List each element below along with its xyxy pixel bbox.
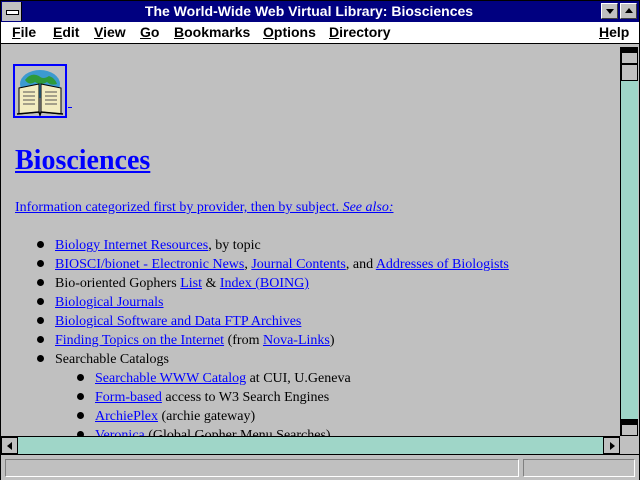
gophers-list-link[interactable]: List xyxy=(180,276,202,291)
veronica-link[interactable]: Veronica xyxy=(95,428,145,436)
journal-contents-link[interactable]: Journal Contents xyxy=(251,257,346,272)
maximize-icon xyxy=(625,8,633,13)
list-item: Bio-oriented Gophers List & Index (BOING… xyxy=(55,276,309,291)
menu-options[interactable]: Options xyxy=(263,24,316,40)
menu-go[interactable]: Go xyxy=(140,24,159,40)
library-book-logo-link[interactable] xyxy=(13,64,67,118)
menu-directory[interactable]: Directory xyxy=(329,24,390,40)
system-menu-icon xyxy=(6,10,19,15)
status-progress-field xyxy=(523,459,635,477)
vertical-scroll-thumb[interactable] xyxy=(621,64,638,81)
arrow-up-icon xyxy=(622,48,637,53)
biology-internet-resources-link[interactable]: Biology Internet Resources xyxy=(55,238,208,253)
gophers-index-boing-link[interactable]: Index (BOING) xyxy=(220,276,309,291)
sub-list-bullet xyxy=(77,393,84,400)
finding-topics-link[interactable]: Finding Topics on the Internet xyxy=(55,333,224,348)
biosci-bionet-link[interactable]: BIOSCI/bionet - Electronic News xyxy=(55,257,244,272)
status-bar xyxy=(1,454,639,480)
biological-journals-link[interactable]: Biological Journals xyxy=(55,295,164,310)
list-bullet xyxy=(37,241,44,248)
list-item: Biology Internet Resources, by topic xyxy=(55,238,261,253)
sub-list-item: Form-based access to W3 Search Engines xyxy=(95,390,330,405)
scroll-left-button[interactable] xyxy=(1,437,18,454)
list-bullet xyxy=(37,355,44,362)
archieplex-link[interactable]: ArchiePlex xyxy=(95,409,158,424)
title-bar[interactable]: The World-Wide Web Virtual Library: Bios… xyxy=(1,1,639,22)
list-item: BIOSCI/bionet - Electronic News, Journal… xyxy=(55,257,509,272)
list-bullet xyxy=(37,260,44,267)
list-bullet xyxy=(37,298,44,305)
browser-window: The World-Wide Web Virtual Library: Bios… xyxy=(0,0,640,480)
list-bullet xyxy=(37,317,44,324)
minimize-button[interactable] xyxy=(601,3,618,19)
arrow-down-icon xyxy=(622,420,637,425)
list-bullet xyxy=(37,279,44,286)
page-heading-link[interactable]: Biosciences xyxy=(15,145,150,177)
status-message-field xyxy=(5,459,519,477)
searchable-www-catalog-link[interactable]: Searchable WWW Catalog xyxy=(95,371,246,386)
list-item: Finding Topics on the Internet (from Nov… xyxy=(55,333,335,348)
menu-bar: File Edit View Go Bookmarks Options Dire… xyxy=(1,22,639,44)
globe-book-icon xyxy=(16,70,64,118)
arrow-right-icon xyxy=(610,442,615,450)
list-bullet xyxy=(37,336,44,343)
sub-list-item: ArchiePlex (archie gateway) xyxy=(95,409,256,424)
vertical-scrollbar[interactable] xyxy=(620,47,638,436)
nova-links-link[interactable]: Nova-Links xyxy=(263,333,330,348)
system-menu-button[interactable] xyxy=(2,2,22,21)
software-ftp-archives-link[interactable]: Biological Software and Data FTP Archive… xyxy=(55,314,301,329)
scrollbar-corner xyxy=(620,436,637,453)
menu-view[interactable]: View xyxy=(94,24,126,40)
addresses-of-biologists-link[interactable]: Addresses of Biologists xyxy=(376,257,509,272)
arrow-left-icon xyxy=(7,442,12,450)
menu-help[interactable]: Help xyxy=(599,24,629,40)
menu-edit[interactable]: Edit xyxy=(53,24,79,40)
sub-list-item: Searchable WWW Catalog at CUI, U.Geneva xyxy=(95,371,351,386)
maximize-button[interactable] xyxy=(620,3,637,19)
menu-bookmarks[interactable]: Bookmarks xyxy=(174,24,250,40)
window-title: The World-Wide Web Virtual Library: Bios… xyxy=(144,3,474,19)
minimize-icon xyxy=(606,9,614,14)
form-based-link[interactable]: Form-based xyxy=(95,390,162,405)
horizontal-scrollbar[interactable] xyxy=(1,436,620,454)
sub-list-item: Veronica (Global Gopher Menu Searches) xyxy=(95,428,331,436)
scroll-right-button[interactable] xyxy=(603,437,620,454)
sub-list-bullet xyxy=(77,374,84,381)
scroll-up-button[interactable] xyxy=(621,47,638,64)
list-item: Biological Journals xyxy=(55,295,164,311)
logo-link-underline xyxy=(68,105,72,108)
intro-link[interactable]: Information categorized first by provide… xyxy=(15,200,394,216)
sub-list-bullet xyxy=(77,412,84,419)
list-item: Biological Software and Data FTP Archive… xyxy=(55,314,301,330)
scroll-down-button[interactable] xyxy=(621,419,638,436)
document-view: Biosciences Information categorized firs… xyxy=(6,47,618,436)
menu-file[interactable]: File xyxy=(12,24,36,40)
list-item: Searchable Catalogs xyxy=(55,352,169,367)
